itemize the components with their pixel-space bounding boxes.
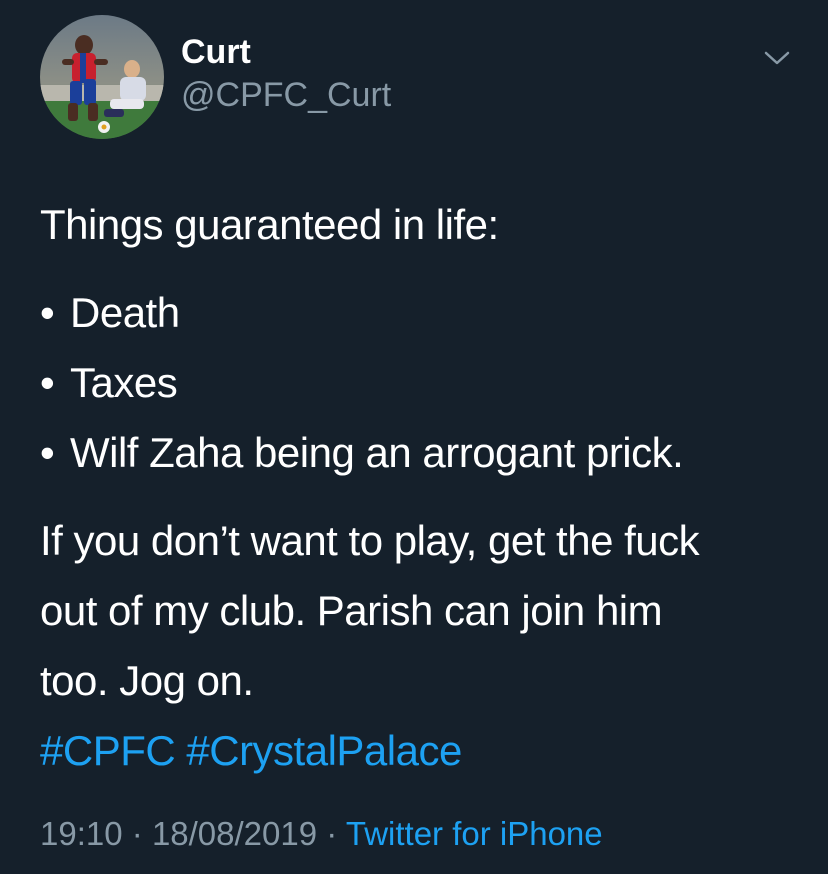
bullet-text: Death xyxy=(70,289,180,336)
avatar[interactable] xyxy=(40,15,164,139)
paragraph-line: too. Jog on. xyxy=(40,657,254,704)
tweet-intro: Things guaranteed in life: xyxy=(40,201,499,248)
bullet-text: Wilf Zaha being an arrogant prick. xyxy=(70,429,684,476)
bullet-item: • Death xyxy=(40,278,810,348)
bullet-item: • Taxes xyxy=(40,348,810,418)
user-handle[interactable]: @CPFC_Curt xyxy=(181,76,391,115)
paragraph-line: out of my club. Parish can join him xyxy=(40,587,663,634)
hashtag-link[interactable]: #CPFC xyxy=(40,727,176,774)
bullet-symbol: • xyxy=(40,429,55,476)
bullet-item: • Wilf Zaha being an arrogant prick. xyxy=(40,418,810,488)
meta-separator: · xyxy=(326,815,338,852)
bullet-symbol: • xyxy=(40,289,55,336)
display-name[interactable]: Curt xyxy=(181,33,251,72)
avatar-image xyxy=(40,15,164,139)
bullet-symbol: • xyxy=(40,359,55,406)
hashtags: #CPFC #CrystalPalace xyxy=(40,716,810,786)
tweet-card: Curt @CPFC_Curt Things guaranteed in lif… xyxy=(0,0,828,874)
hashtag-link[interactable]: #CrystalPalace xyxy=(186,727,462,774)
tweet-date: 18/08/2019 xyxy=(151,815,318,852)
chevron-down-icon[interactable] xyxy=(762,47,792,69)
tweet-source-link[interactable]: Twitter for iPhone xyxy=(346,815,603,852)
tweet-time: 19:10 xyxy=(40,815,123,852)
meta-separator: · xyxy=(131,815,143,852)
tweet-meta: 19:10 · 18/08/2019 · Twitter for iPhone xyxy=(40,815,603,853)
bullet-text: Taxes xyxy=(70,359,178,406)
tweet-text: Things guaranteed in life: • Death • Taxes… xyxy=(40,190,810,786)
paragraph-line: If you don’t want to play, get the fuck xyxy=(40,517,700,564)
